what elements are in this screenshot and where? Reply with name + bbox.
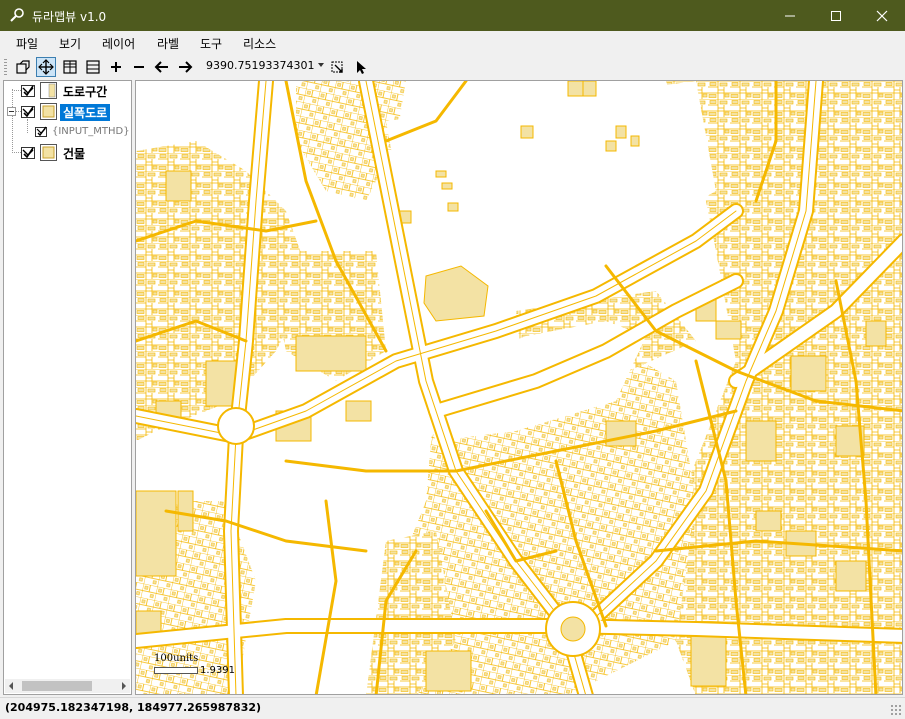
status-bar: (204975.182347198, 184977.265987832) — [0, 697, 905, 719]
minimize-icon — [785, 15, 795, 17]
visibility-checkbox-icon[interactable] — [21, 104, 36, 119]
menu-view[interactable]: 보기 — [59, 35, 81, 52]
scale-bar-graphic — [154, 667, 198, 674]
toolbar-grip[interactable] — [4, 59, 7, 75]
minus-icon — [134, 66, 144, 68]
collapse-toggle[interactable] — [7, 107, 16, 116]
label-field-name: {INPUT_MTHD} — [52, 126, 130, 137]
arrow-left-icon — [154, 61, 168, 73]
map-canvas[interactable]: 100units 1.9391 — [135, 80, 903, 695]
full-extent-icon — [16, 60, 30, 74]
title-bar: 듀라맵뷰 v1.0 — [0, 0, 905, 31]
window-title: 듀라맵뷰 v1.0 — [32, 10, 107, 24]
full-extent-button[interactable] — [13, 57, 33, 77]
resize-grip[interactable] — [890, 704, 902, 716]
toolbar — [0, 54, 905, 80]
menu-bar: 파일 보기 레이어 라벨 도구 리소스 — [0, 31, 905, 54]
table-button[interactable] — [83, 57, 103, 77]
chevron-down-icon[interactable] — [318, 63, 324, 67]
maximize-icon — [831, 11, 841, 21]
pan-icon — [38, 59, 54, 75]
layer-label: 도로구간 — [63, 85, 108, 99]
scale-dropdown[interactable]: 9390.75193374301 — [203, 57, 327, 76]
layer-item-road-segment[interactable]: 도로구간 — [21, 82, 131, 100]
grid-button[interactable] — [60, 57, 80, 77]
zoom-out-button[interactable] — [129, 57, 149, 77]
map-drawing — [136, 81, 902, 694]
minimize-button[interactable] — [767, 0, 813, 31]
polygon-layer-icon — [40, 144, 57, 161]
tree-line — [27, 119, 28, 133]
close-button[interactable] — [859, 0, 905, 31]
horizontal-scrollbar[interactable] — [5, 679, 130, 693]
menu-layer[interactable]: 레이어 — [102, 35, 135, 52]
menu-file[interactable]: 파일 — [16, 35, 38, 52]
identify-icon — [331, 61, 343, 73]
visibility-checkbox-icon[interactable] — [21, 83, 36, 98]
cursor-icon — [357, 61, 366, 74]
identify-button[interactable] — [328, 57, 348, 77]
plus-icon — [111, 62, 121, 72]
menu-tools[interactable]: 도구 — [200, 35, 222, 52]
layer-label: 실폭도로 — [60, 104, 111, 121]
layer-item-actual-road[interactable]: 실폭도로 — [21, 103, 131, 121]
zoom-in-button[interactable] — [106, 57, 126, 77]
menu-resources[interactable]: 리소스 — [243, 35, 276, 52]
visibility-checkbox-icon[interactable] — [21, 145, 36, 160]
back-button[interactable] — [152, 57, 172, 77]
label-field-item[interactable]: {INPUT_MTHD} — [35, 124, 131, 142]
layer-label: 건물 — [63, 147, 86, 161]
scale-bar-ratio: 1.9391 — [200, 665, 235, 676]
app-icon — [10, 8, 24, 22]
maximize-button[interactable] — [813, 0, 859, 31]
polygon-layer-icon — [40, 103, 57, 120]
scale-value: 9390.75193374301 — [206, 59, 315, 72]
scale-bar-units: 100units — [154, 653, 199, 664]
select-button[interactable] — [351, 57, 371, 77]
forward-button[interactable] — [175, 57, 195, 77]
close-icon — [876, 10, 888, 22]
scroll-thumb[interactable] — [22, 681, 92, 691]
tree-line — [12, 90, 21, 91]
scroll-right-icon[interactable] — [122, 682, 126, 690]
arrow-right-icon — [179, 61, 193, 73]
grid-icon — [63, 60, 77, 74]
label-checkbox-icon[interactable] — [35, 125, 49, 139]
cursor-coordinates: (204975.182347198, 184977.265987832) — [5, 701, 262, 714]
menu-label[interactable]: 라벨 — [157, 35, 179, 52]
layer-tree: 도로구간 실폭도로 {INPUT_MTHD} 건물 — [3, 80, 132, 695]
scroll-left-icon[interactable] — [9, 682, 13, 690]
line-layer-icon — [40, 82, 57, 99]
table-icon — [86, 60, 100, 74]
layer-item-building[interactable]: 건물 — [21, 144, 131, 162]
pan-button[interactable] — [36, 57, 56, 77]
tree-line — [12, 152, 21, 153]
tree-line — [12, 89, 13, 153]
scale-bar: 100units — [154, 653, 198, 677]
